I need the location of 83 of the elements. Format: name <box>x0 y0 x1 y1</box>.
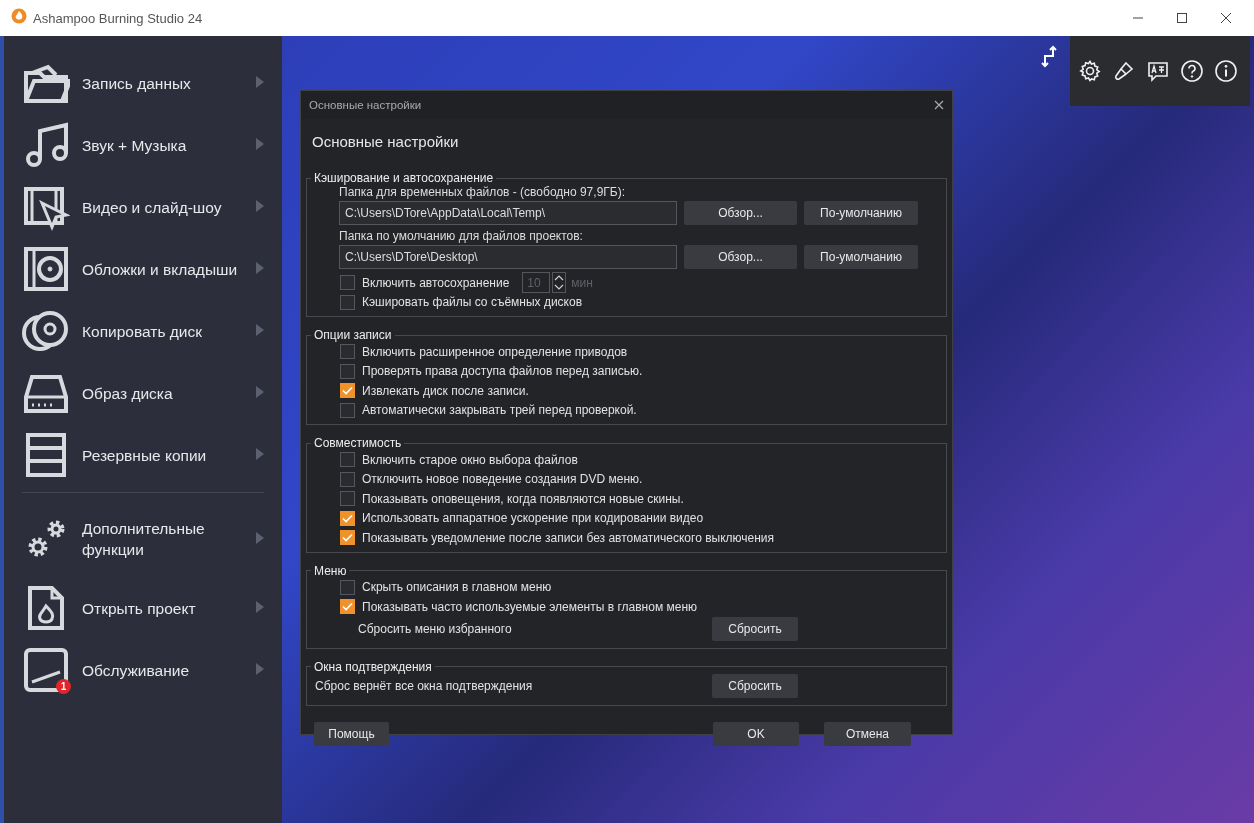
spin-arrows-icon[interactable] <box>552 272 567 294</box>
sidebar-item[interactable]: Запись данных <box>22 52 264 114</box>
checkbox[interactable] <box>340 599 355 615</box>
checkbox-label: Кэшировать файлы со съёмных дисков <box>362 295 583 310</box>
checkbox[interactable] <box>340 402 355 418</box>
dialog-heading: Основные настройки <box>312 133 460 150</box>
checkbox[interactable] <box>340 510 355 526</box>
checkbox-label: Автоматически закрывать трей перед проверкой. <box>362 403 637 418</box>
sidebar-item[interactable]: Открыть проект <box>22 577 264 639</box>
caret-icon <box>256 76 264 88</box>
sidebar-item[interactable]: Видео и слайд-шоу <box>22 176 264 238</box>
checkbox-label: Включить расширенное определение приводов <box>362 344 628 359</box>
group-title: Меню <box>313 563 348 578</box>
caret-icon <box>256 448 264 460</box>
sidebar-item[interactable]: Дополнительные функции <box>22 501 264 577</box>
notification-badge: 1 <box>56 679 71 694</box>
ok-button[interactable]: OK <box>713 721 799 746</box>
help-button[interactable]: Помощь <box>314 721 389 746</box>
info-icon[interactable] <box>1214 59 1238 83</box>
sidebar-item[interactable]: Резервные копии <box>22 424 264 486</box>
path-field[interactable]: C:\Users\DTore\AppData\Local\Temp\ <box>339 201 677 225</box>
checkbox-label: Скрыть описания в главном меню <box>362 580 552 595</box>
window-title: Ashampoo Burning Studio 24 <box>33 10 204 26</box>
flame-logo-icon <box>11 8 27 24</box>
caret-icon <box>256 138 264 150</box>
checkbox[interactable] <box>340 363 355 379</box>
caret-icon <box>256 663 264 675</box>
checkbox[interactable] <box>340 294 355 310</box>
checkbox[interactable] <box>340 579 355 595</box>
browse-button[interactable]: Обзор... <box>684 201 797 225</box>
caret-icon <box>256 532 264 544</box>
field-label: Папка по умолчанию для файлов проектов: <box>339 229 584 243</box>
caret-icon <box>256 601 264 613</box>
paintbrush-icon[interactable] <box>1112 59 1136 83</box>
help-icon[interactable] <box>1180 59 1204 83</box>
checkbox[interactable] <box>340 452 355 468</box>
sidebar-item[interactable]: Образ диска <box>22 362 264 424</box>
group-title: Кэширование и автосохранение <box>313 171 495 185</box>
default-button[interactable]: По-умолчанию <box>804 201 918 225</box>
path-field[interactable]: C:\Users\DTore\Desktop\ <box>339 245 677 269</box>
group-title: Окна подтверждения <box>313 659 433 674</box>
sidebar-item[interactable]: Звук + Музыка <box>22 114 264 176</box>
checkbox[interactable] <box>340 471 355 487</box>
unit-label: мин <box>571 275 593 290</box>
checkbox-label: Проверять права доступа файлов перед записью. <box>362 364 643 379</box>
close-icon[interactable] <box>1220 12 1232 24</box>
maximize-icon[interactable] <box>1176 12 1188 24</box>
checkbox-label: Отключить новое поведение создания DVD меню. <box>362 472 643 487</box>
language-icon[interactable] <box>1146 59 1170 83</box>
action-label: Сброс вернёт все окна подтверждения <box>314 678 534 693</box>
group-title: Совместимость <box>313 436 403 450</box>
caret-icon <box>256 200 264 212</box>
cancel-button[interactable]: Отмена <box>824 721 911 746</box>
reset-button[interactable]: Сбросить <box>712 616 798 641</box>
checkbox[interactable] <box>340 383 355 399</box>
checkbox[interactable] <box>340 530 355 546</box>
checkbox-label: Показывать часто используемые элементы в главном меню <box>362 599 697 614</box>
field-label: Папка для временных файлов - (свободно 97,9ГБ): <box>339 185 626 199</box>
disc-cover-icon <box>22 245 70 293</box>
settings-icon[interactable] <box>1078 59 1102 83</box>
checkbox-label: Использовать аппаратное ускорение при кодировании видео <box>362 511 704 526</box>
caret-icon <box>256 262 264 274</box>
checkbox[interactable] <box>340 491 355 507</box>
checkbox-label: Включить автосохранение <box>362 275 510 290</box>
reset-button[interactable]: Сбросить <box>712 673 798 698</box>
checkbox-label: Показывать уведомление после записи без автоматического выключения <box>362 530 775 545</box>
checkbox-label: Показывать оповещения, когда появляются новые скины. <box>362 491 684 506</box>
checkbox-label: Включить старое окно выбора файлов <box>362 452 578 467</box>
browse-button[interactable]: Обзор... <box>684 245 797 269</box>
caret-icon <box>256 324 264 336</box>
sidebar-item[interactable]: 1 Обслуживание <box>22 639 264 701</box>
close-icon[interactable] <box>934 100 944 110</box>
action-label: Сбросить меню избранного <box>357 621 513 636</box>
group-title: Опции записи <box>313 328 393 342</box>
dialog-title: Основные настройки <box>309 99 422 111</box>
sidebar-item[interactable]: Копировать диск <box>22 300 264 362</box>
checkbox-label: Извлекать диск после записи. <box>362 383 529 398</box>
default-button[interactable]: По-умолчанию <box>804 245 918 269</box>
checkbox[interactable] <box>340 275 355 291</box>
sidebar-item[interactable]: Обложки и вкладыши <box>22 238 264 300</box>
screen-slash-icon <box>22 646 70 694</box>
caret-icon <box>256 386 264 398</box>
checkbox[interactable] <box>340 344 355 360</box>
